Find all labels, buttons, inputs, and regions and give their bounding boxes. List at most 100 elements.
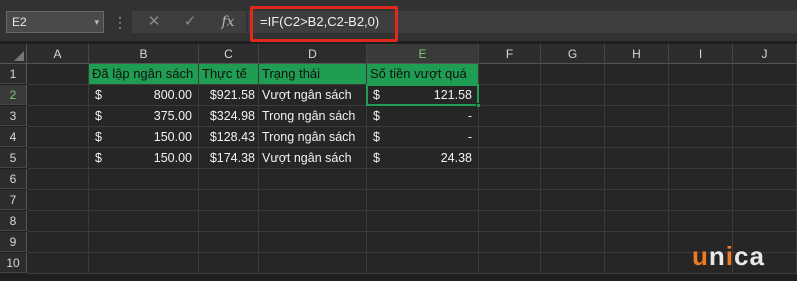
cell-h8[interactable] [605, 211, 669, 232]
cell-g3[interactable] [541, 106, 605, 127]
cell-b4[interactable]: $150.00 [89, 127, 199, 148]
cell-e10[interactable] [367, 253, 479, 274]
cell-c10[interactable] [199, 253, 259, 274]
cell-g1[interactable] [541, 64, 605, 85]
cell-c7[interactable] [199, 190, 259, 211]
cell-h6[interactable] [605, 169, 669, 190]
column-header-f[interactable]: F [479, 44, 541, 64]
cell-i4[interactable] [669, 127, 733, 148]
row-header-5[interactable]: 5 [0, 148, 27, 168]
cell-f7[interactable] [479, 190, 541, 211]
chevron-down-icon[interactable]: ▾ [94, 12, 99, 32]
cell-b7[interactable] [89, 190, 199, 211]
cell-i8[interactable] [669, 211, 733, 232]
cell-i1[interactable] [669, 64, 733, 85]
row-header-8[interactable]: 8 [0, 211, 27, 231]
cell-j7[interactable] [733, 190, 797, 211]
cancel-icon[interactable]: ✕ [142, 11, 166, 33]
cell-h3[interactable] [605, 106, 669, 127]
cell-c1[interactable]: Thực tế [199, 64, 259, 85]
cell-a9[interactable] [27, 232, 89, 253]
cell-f1[interactable] [479, 64, 541, 85]
cell-b2[interactable]: $800.00 [89, 85, 199, 106]
row-header-7[interactable]: 7 [0, 190, 27, 210]
column-header-e[interactable]: E [367, 44, 479, 64]
cell-j5[interactable] [733, 148, 797, 169]
cell-a7[interactable] [27, 190, 89, 211]
cell-d6[interactable] [259, 169, 367, 190]
cell-d4[interactable]: Trong ngân sách [259, 127, 367, 148]
fill-handle[interactable] [476, 103, 481, 108]
cell-b8[interactable] [89, 211, 199, 232]
column-header-g[interactable]: G [541, 44, 605, 64]
row-header-9[interactable]: 9 [0, 232, 27, 252]
cell-i5[interactable] [669, 148, 733, 169]
row-header-3[interactable]: 3 [0, 106, 27, 126]
cell-b10[interactable] [89, 253, 199, 274]
cell-h9[interactable] [605, 232, 669, 253]
cell-j8[interactable] [733, 211, 797, 232]
row-header-1[interactable]: 1 [0, 64, 27, 84]
cell-a6[interactable] [27, 169, 89, 190]
cell-j1[interactable] [733, 64, 797, 85]
cell-d10[interactable] [259, 253, 367, 274]
cell-f9[interactable] [479, 232, 541, 253]
cell-h1[interactable] [605, 64, 669, 85]
row-header-10[interactable]: 10 [0, 253, 27, 273]
cell-d9[interactable] [259, 232, 367, 253]
more-options-icon[interactable]: ⋮ [113, 12, 127, 32]
cell-i3[interactable] [669, 106, 733, 127]
column-header-h[interactable]: H [605, 44, 669, 64]
cell-d2[interactable]: Vượt ngân sách [259, 85, 367, 106]
cell-c4[interactable]: $128.43 [199, 127, 259, 148]
cell-i7[interactable] [669, 190, 733, 211]
column-header-d[interactable]: D [259, 44, 367, 64]
cell-a3[interactable] [27, 106, 89, 127]
cell-j3[interactable] [733, 106, 797, 127]
cell-f4[interactable] [479, 127, 541, 148]
cell-e4[interactable]: $ - [367, 127, 479, 148]
cell-j6[interactable] [733, 169, 797, 190]
cell-f3[interactable] [479, 106, 541, 127]
cell-e7[interactable] [367, 190, 479, 211]
cell-i2[interactable] [669, 85, 733, 106]
cell-a8[interactable] [27, 211, 89, 232]
cell-g10[interactable] [541, 253, 605, 274]
cell-c9[interactable] [199, 232, 259, 253]
cell-e9[interactable] [367, 232, 479, 253]
cell-b6[interactable] [89, 169, 199, 190]
insert-function-icon[interactable]: fx [216, 11, 240, 33]
cell-e3[interactable]: $ - [367, 106, 479, 127]
cell-f8[interactable] [479, 211, 541, 232]
cell-c8[interactable] [199, 211, 259, 232]
enter-icon[interactable]: ✓ [178, 11, 202, 33]
cell-g2[interactable] [541, 85, 605, 106]
cell-f10[interactable] [479, 253, 541, 274]
column-header-a[interactable]: A [27, 44, 89, 64]
cell-e6[interactable] [367, 169, 479, 190]
cell-a2[interactable] [27, 85, 89, 106]
column-header-j[interactable]: J [733, 44, 797, 64]
cell-a10[interactable] [27, 253, 89, 274]
name-box[interactable]: E2 ▾ [6, 11, 104, 33]
cell-g5[interactable] [541, 148, 605, 169]
cell-b1[interactable]: Đã lập ngân sách [89, 64, 199, 85]
cell-c2[interactable]: $921.58 [199, 85, 259, 106]
select-all-button[interactable] [0, 44, 27, 64]
cell-c3[interactable]: $324.98 [199, 106, 259, 127]
cell-b5[interactable]: $150.00 [89, 148, 199, 169]
cell-g7[interactable] [541, 190, 605, 211]
cell-b3[interactable]: $375.00 [89, 106, 199, 127]
cell-g6[interactable] [541, 169, 605, 190]
cell-h5[interactable] [605, 148, 669, 169]
row-header-2[interactable]: 2 [0, 85, 27, 105]
cell-h10[interactable] [605, 253, 669, 274]
cell-g4[interactable] [541, 127, 605, 148]
cell-d3[interactable]: Trong ngân sách [259, 106, 367, 127]
cell-a1[interactable] [27, 64, 89, 85]
cell-a4[interactable] [27, 127, 89, 148]
row-header-4[interactable]: 4 [0, 127, 27, 147]
cell-e5[interactable]: $24.38 [367, 148, 479, 169]
cell-g9[interactable] [541, 232, 605, 253]
cell-d1[interactable]: Trạng thái [259, 64, 367, 85]
